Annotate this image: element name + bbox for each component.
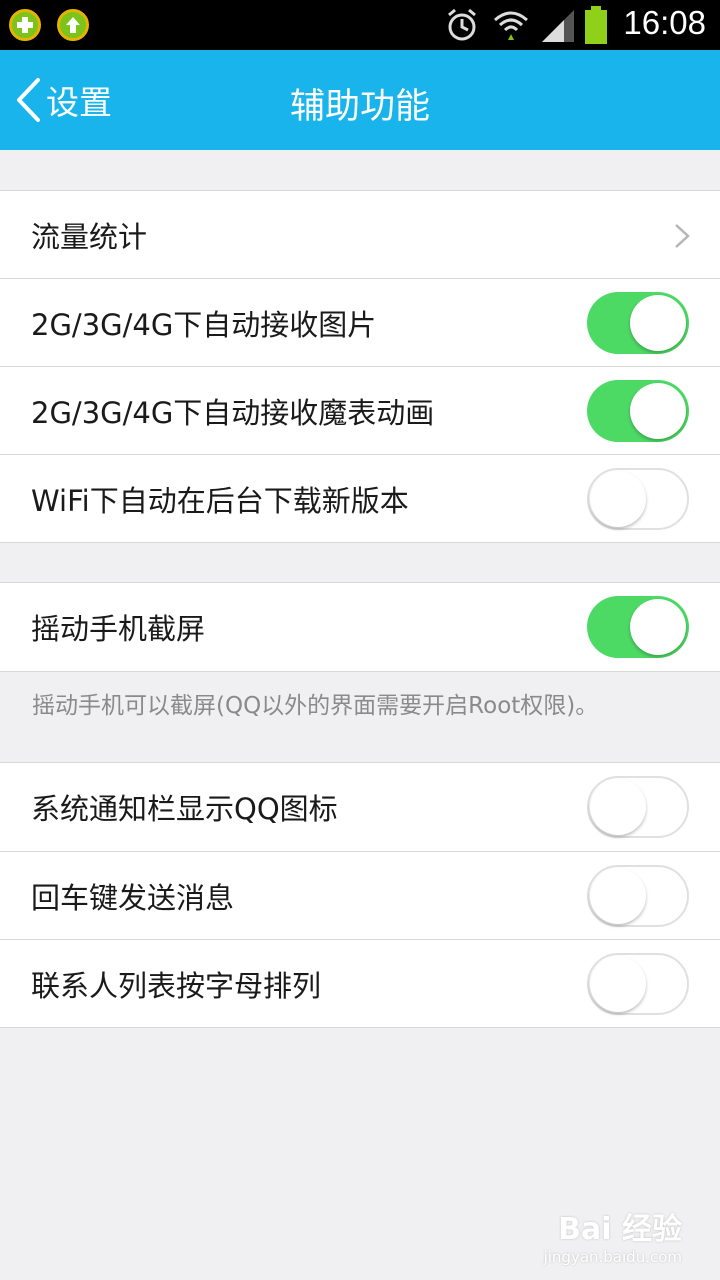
watermark-url: jingyan.baidu.com xyxy=(543,1248,682,1266)
toggle-switch[interactable] xyxy=(587,380,689,442)
page-title: 辅助功能 xyxy=(289,87,430,127)
upload-icon xyxy=(57,9,89,41)
setting-row-auto-receive-images: 2G/3G/4G下自动接收图片 xyxy=(0,278,720,366)
settings-group-traffic: 流量统计 xyxy=(0,190,720,280)
toggle-switch[interactable] xyxy=(587,776,689,838)
chevron-right-icon xyxy=(675,224,690,248)
toggle-switch[interactable] xyxy=(587,865,689,927)
setting-label: 系统通知栏显示QQ图标 xyxy=(31,792,338,826)
setting-label: 2G/3G/4G下自动接收图片 xyxy=(31,307,377,342)
setting-row-auto-receive-animations: 2G/3G/4G下自动接收魔表动画 xyxy=(0,366,720,454)
setting-label: 2G/3G/4G下自动接收魔表动画 xyxy=(31,395,435,430)
toggle-knob xyxy=(590,956,646,1012)
signal-icon xyxy=(542,10,574,42)
title-bar: 设置 辅助功能 xyxy=(0,50,720,150)
setting-label: 摇动手机截屏 xyxy=(31,612,206,646)
toggle-switch[interactable] xyxy=(587,292,689,354)
toggle-knob xyxy=(590,779,646,835)
add-app-icon xyxy=(9,9,41,41)
shake-screenshot-hint: 摇动手机可以截屏(QQ以外的界面需要开启Root权限)。 xyxy=(32,693,599,719)
settings-group-screenshot: 摇动手机截屏 xyxy=(0,582,720,672)
setting-row-enter-to-send: 回车键发送消息 xyxy=(0,851,720,939)
toggle-switch[interactable] xyxy=(587,468,689,530)
setting-row-traffic-stats[interactable]: 流量统计 xyxy=(0,191,720,279)
setting-row-shake-screenshot: 摇动手机截屏 xyxy=(0,583,720,671)
toggle-knob xyxy=(630,599,686,655)
setting-label: 联系人列表按字母排列 xyxy=(31,968,322,1003)
settings-group-download: 2G/3G/4G下自动接收图片 2G/3G/4G下自动接收魔表动画 WiFi下自… xyxy=(0,278,720,543)
setting-label: WiFi下自动在后台下载新版本 xyxy=(31,483,409,518)
settings-group-misc: 系统通知栏显示QQ图标 回车键发送消息 联系人列表按字母排列 xyxy=(0,762,720,1028)
toggle-knob xyxy=(630,295,686,351)
setting-row-alphabetical-contacts: 联系人列表按字母排列 xyxy=(0,939,720,1027)
toggle-switch[interactable] xyxy=(587,596,689,658)
setting-label: 流量统计 xyxy=(31,220,148,254)
watermark-logo-text: Bai 经验 xyxy=(558,1212,682,1247)
status-bar: 16:08 xyxy=(0,0,720,50)
wifi-icon xyxy=(494,11,528,40)
setting-row-wifi-auto-update: WiFi下自动在后台下载新版本 xyxy=(0,454,720,542)
baidu-jingyan-watermark: Bai 经验 jingyan.baidu.com xyxy=(544,1204,682,1266)
setting-label: 回车键发送消息 xyxy=(31,880,235,915)
toggle-knob xyxy=(590,471,646,527)
setting-row-notification-icon: 系统通知栏显示QQ图标 xyxy=(0,763,720,851)
toggle-switch[interactable] xyxy=(587,953,689,1015)
toggle-knob xyxy=(630,383,686,439)
toggle-knob xyxy=(590,868,646,924)
battery-icon xyxy=(585,6,607,44)
alarm-icon xyxy=(448,8,476,41)
status-time: 16:08 xyxy=(623,4,706,41)
